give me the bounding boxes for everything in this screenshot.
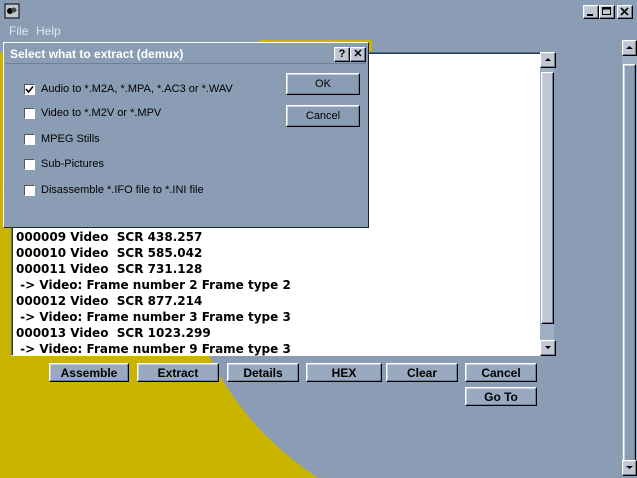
scroll-down-button[interactable] — [540, 340, 556, 356]
dialog-ok-button[interactable]: OK — [286, 73, 360, 95]
arrow-down-icon — [626, 466, 633, 469]
log-scrollbar[interactable] — [540, 52, 556, 356]
log-line: 000009 Video SCR 438.257 — [16, 230, 203, 244]
window-scroll-thumb[interactable] — [623, 64, 636, 462]
checkbox-subpictures[interactable] — [24, 158, 35, 170]
details-button[interactable]: Details — [227, 363, 299, 382]
assemble-button[interactable]: Assemble — [49, 363, 129, 382]
log-line: -> Video: Frame number 3 Frame type 3 — [16, 310, 291, 324]
maximize-icon — [602, 7, 611, 15]
dialog-title: Select what to extract (demux) — [10, 47, 184, 61]
scroll-thumb[interactable] — [541, 72, 554, 324]
arrow-down-icon — [545, 346, 551, 349]
window-scroll-down-button[interactable] — [622, 460, 637, 476]
scroll-up-button[interactable] — [540, 52, 556, 68]
close-button[interactable] — [617, 5, 633, 19]
option-disassemble-label: Disassemble *.IFO file to *.INI file — [41, 184, 204, 196]
log-line: -> Video: Frame number 9 Frame type 3 — [16, 342, 291, 356]
option-stills-label: MPEG Stills — [41, 133, 100, 145]
maximize-button[interactable] — [599, 5, 615, 19]
log-line: 000013 Video SCR 1023.299 — [16, 326, 211, 340]
log-line: -> Video: Frame number 2 Frame type 2 — [16, 278, 291, 292]
option-audio-label: Audio to *.M2A, *.MPA, *.AC3 or *.WAV — [41, 83, 233, 95]
window-scrollbar[interactable] — [622, 40, 637, 476]
minimize-button[interactable] — [583, 5, 599, 19]
option-stills[interactable]: MPEG Stills — [24, 131, 100, 147]
menu-bar: File Help — [0, 22, 637, 40]
extract-dialog: Select what to extract (demux) ? ✕ Audio… — [3, 42, 369, 228]
check-icon — [25, 85, 34, 93]
dialog-cancel-button[interactable]: Cancel — [286, 105, 360, 127]
arrow-up-icon — [545, 58, 551, 61]
checkbox-video[interactable] — [24, 107, 35, 119]
log-text: 000009 Video SCR 438.257 000010 Video SCR… — [16, 229, 291, 357]
checkbox-disassemble[interactable] — [24, 184, 35, 196]
close-icon — [620, 7, 629, 16]
minimize-icon — [587, 14, 593, 16]
cancel-button[interactable]: Cancel — [465, 363, 537, 382]
option-audio[interactable]: Audio to *.M2A, *.MPA, *.AC3 or *.WAV — [24, 81, 233, 97]
dialog-title-bar: Select what to extract (demux) ? ✕ — [6, 45, 366, 64]
window-scroll-up-button[interactable] — [622, 40, 637, 56]
checkbox-audio[interactable] — [24, 83, 35, 95]
main-title-bar — [0, 0, 637, 22]
app-icon[interactable] — [4, 3, 20, 19]
option-video-label: Video to *.M2V or *.MPV — [41, 107, 162, 119]
clear-button[interactable]: Clear — [386, 363, 458, 382]
option-subpictures-label: Sub-Pictures — [41, 158, 104, 170]
scroll-track[interactable] — [540, 72, 554, 366]
log-line: 000010 Video SCR 585.042 — [16, 246, 203, 260]
menu-help[interactable]: Help — [36, 24, 61, 38]
arrow-up-icon — [626, 46, 633, 49]
option-disassemble[interactable]: Disassemble *.IFO file to *.INI file — [24, 182, 204, 198]
extract-button[interactable]: Extract — [137, 363, 219, 382]
hex-button[interactable]: HEX — [306, 363, 382, 382]
goto-button[interactable]: Go To — [465, 387, 537, 406]
log-line: 000012 Video SCR 877.214 — [16, 294, 203, 308]
dialog-help-button[interactable]: ? — [334, 47, 350, 62]
option-subpictures[interactable]: Sub-Pictures — [24, 156, 104, 172]
log-line: 000011 Video SCR 731.128 — [16, 262, 203, 276]
option-video[interactable]: Video to *.M2V or *.MPV — [24, 105, 161, 121]
menu-file[interactable]: File — [9, 24, 28, 38]
dialog-close-button[interactable]: ✕ — [350, 47, 366, 62]
checkbox-stills[interactable] — [24, 133, 35, 145]
